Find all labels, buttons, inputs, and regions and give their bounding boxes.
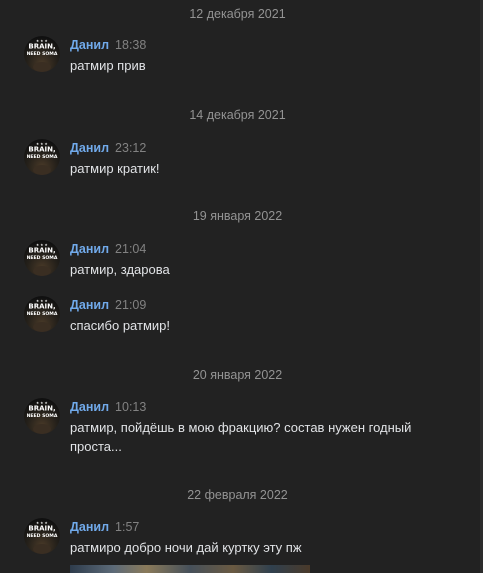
avatar-image: ★ ★ ★ BRAIN, NEED SOMA [27,142,58,175]
avatar-text-line1: BRAIN, [28,43,55,51]
message-text: ратмиро добро ночи дай куртку эту пж [70,540,302,555]
avatar-text-line1: BRAIN, [28,303,55,311]
message-time[interactable]: 1:57 [115,520,139,534]
avatar-text-line2: NEED SOMA [27,51,58,57]
message-text: спасибо ратмир! [70,318,170,333]
date-separator: 12 декабря 2021 [189,7,286,21]
avatar[interactable]: ★ ★ ★ BRAIN, NEED SOMA [24,518,60,554]
message-meta: Данил 10:13 [70,398,146,416]
message-time[interactable]: 21:04 [115,242,146,256]
author-name[interactable]: Данил [70,400,109,414]
avatar-text-line1: BRAIN, [28,405,55,413]
message-text: ратмир кратик! [70,161,160,176]
avatar[interactable]: ★ ★ ★ BRAIN, NEED SOMA [24,36,60,72]
date-separator: 19 января 2022 [192,209,283,223]
avatar-image: ★ ★ ★ BRAIN, NEED SOMA [27,401,58,434]
avatar-text-line2: NEED SOMA [27,413,58,419]
message-meta: Данил 23:12 [70,139,146,157]
author-name[interactable]: Данил [70,298,109,312]
avatar[interactable]: ★ ★ ★ BRAIN, NEED SOMA [24,139,60,175]
date-separator: 14 декабря 2021 [189,108,286,122]
message-text: ратмир, здарова [70,262,170,277]
avatar-image: ★ ★ ★ BRAIN, NEED SOMA [27,243,58,276]
message-meta: Данил 1:57 [70,518,139,536]
avatar-image: ★ ★ ★ BRAIN, NEED SOMA [27,299,58,332]
photo-attachment[interactable] [70,565,310,573]
author-name[interactable]: Данил [70,520,109,534]
date-separator: 20 января 2022 [192,368,283,382]
author-name[interactable]: Данил [70,242,109,256]
avatar-image: ★ ★ ★ BRAIN, NEED SOMA [27,39,58,72]
message-meta: Данил 21:04 [70,240,146,258]
message-text: ратмир, пойдёшь в мою фракцию? состав ну… [70,420,412,454]
author-name[interactable]: Данил [70,38,109,52]
date-separator: 22 февраля 2022 [187,488,288,502]
chat-history: 12 декабря 2021 ★ ★ ★ BRAIN, NEED SOMA Д… [0,0,483,573]
avatar-text-line1: BRAIN, [28,247,55,255]
message-meta: Данил 21:09 [70,296,146,314]
avatar-text-line2: NEED SOMA [27,533,58,539]
message-time[interactable]: 10:13 [115,400,146,414]
avatar[interactable]: ★ ★ ★ BRAIN, NEED SOMA [24,296,60,332]
author-name[interactable]: Данил [70,141,109,155]
avatar[interactable]: ★ ★ ★ BRAIN, NEED SOMA [24,240,60,276]
message-time[interactable]: 21:09 [115,298,146,312]
message-time[interactable]: 18:38 [115,38,146,52]
avatar-text-line2: NEED SOMA [27,311,58,317]
avatar-text-line1: BRAIN, [28,525,55,533]
avatar-text-line2: NEED SOMA [27,255,58,261]
message-time[interactable]: 23:12 [115,141,146,155]
avatar-text-line2: NEED SOMA [27,154,58,160]
avatar-image: ★ ★ ★ BRAIN, NEED SOMA [27,521,58,554]
message-text: ратмир прив [70,58,146,73]
message-meta: Данил 18:38 [70,36,146,54]
avatar[interactable]: ★ ★ ★ BRAIN, NEED SOMA [24,398,60,434]
avatar-text-line1: BRAIN, [28,146,55,154]
